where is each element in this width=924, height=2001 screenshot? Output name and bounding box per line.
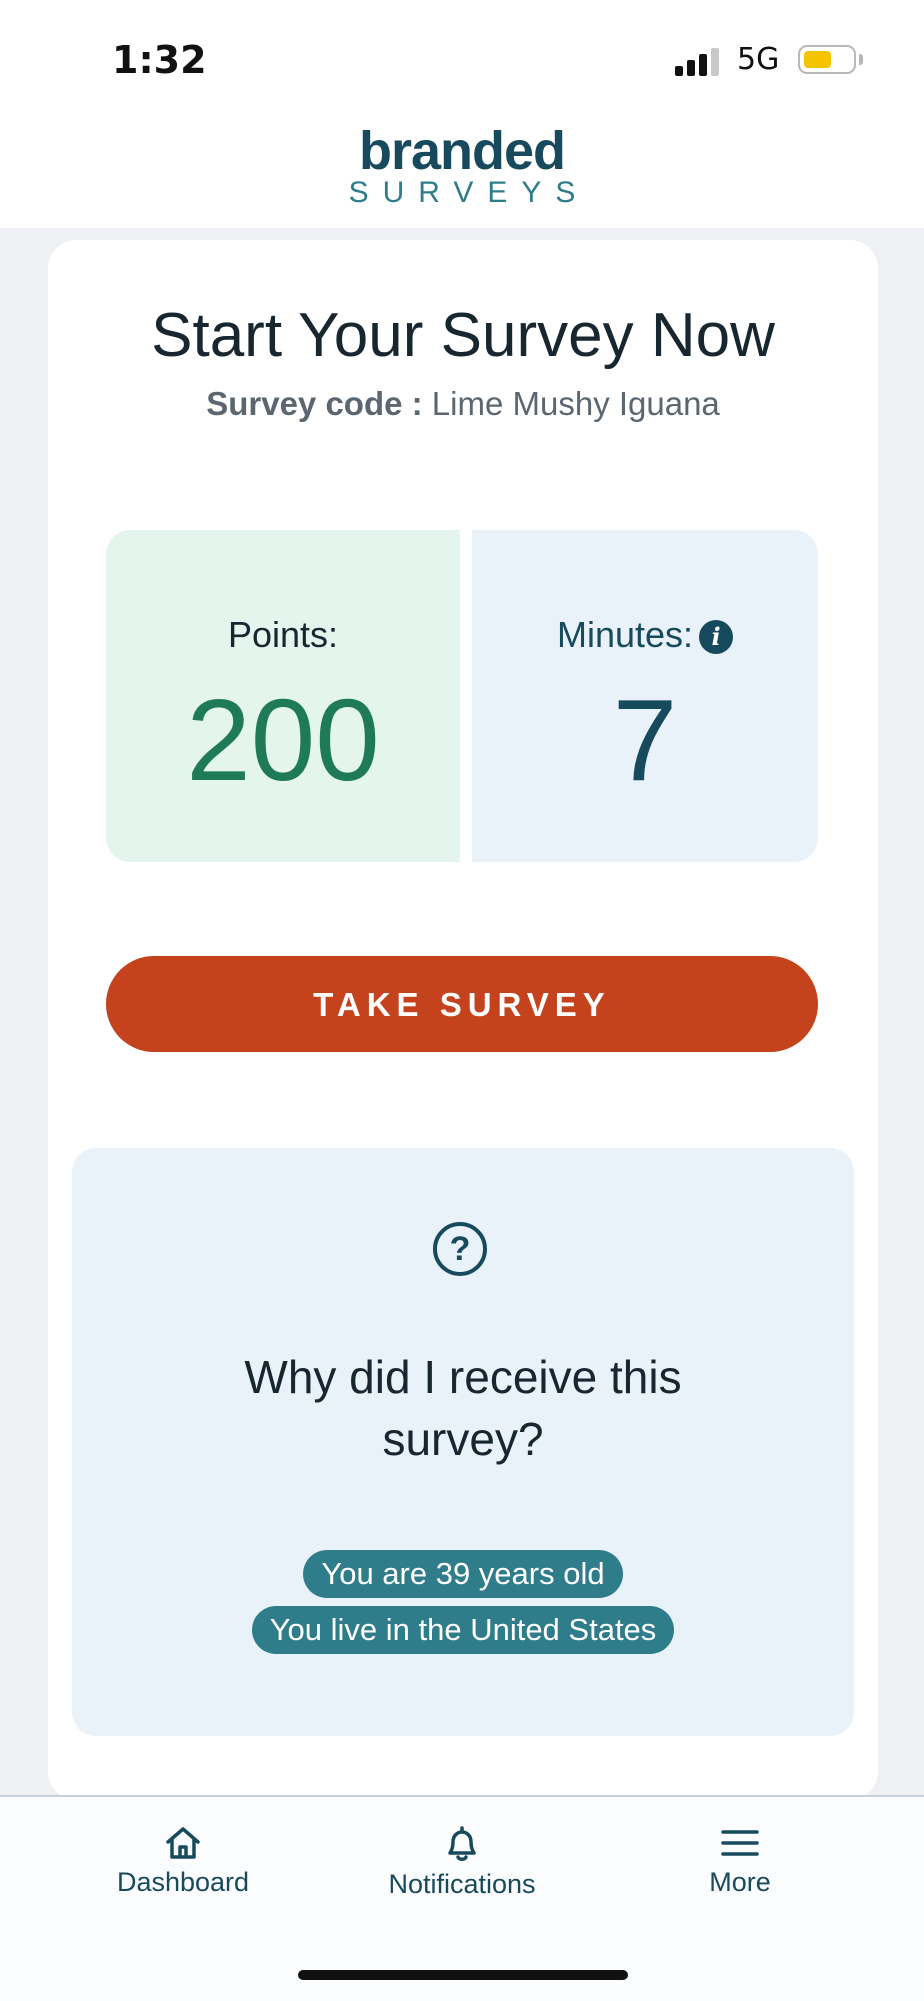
points-panel: Points: 200: [106, 530, 460, 862]
survey-code-value: Lime Mushy Iguana: [431, 385, 720, 422]
reason-chip-age: You are 39 years old: [303, 1550, 623, 1598]
tab-notifications[interactable]: Notifications: [352, 1825, 572, 1900]
signal-icon: [675, 46, 723, 76]
survey-stats: Points: 200 Minutes: i 7: [106, 530, 818, 862]
why-title: Why did I receive this survey?: [244, 1351, 682, 1465]
logo-wordmark-top: branded: [358, 121, 566, 181]
status-bar: 1:32 5G: [0, 0, 924, 110]
tab-label: More: [709, 1867, 771, 1897]
survey-code-label: Survey code :: [206, 385, 423, 422]
points-label: Points:: [227, 614, 339, 655]
bell-icon: [448, 1826, 476, 1861]
status-time: 1:32: [112, 38, 207, 82]
tab-dashboard[interactable]: Dashboard: [73, 1825, 293, 1898]
tab-label: Dashboard: [116, 1867, 250, 1897]
minutes-value: 7: [612, 675, 678, 805]
points-value: 200: [186, 675, 380, 805]
why-received-panel: ? Why did I receive this survey? You are…: [72, 1148, 854, 1736]
battery-tip: [859, 54, 863, 65]
reason-chip-location: You live in the United States: [251, 1606, 675, 1654]
minutes-label-row: Minutes: i: [472, 614, 818, 656]
take-survey-button[interactable]: TAKE SURVEY: [106, 956, 818, 1052]
home-icon: [166, 1827, 200, 1859]
battery-icon: [798, 45, 856, 74]
question-icon: ?: [433, 1222, 487, 1276]
tab-more[interactable]: More: [630, 1825, 850, 1898]
network-type: 5G: [737, 42, 780, 77]
logo-wordmark-bottom: SURVEYS: [348, 176, 590, 209]
app-header: branded SURVEYS: [0, 110, 924, 228]
survey-code: Survey code : Lime Mushy Iguana: [48, 385, 878, 423]
home-indicator[interactable]: [298, 1970, 628, 1980]
survey-card: Start Your Survey Now Survey code : Lime…: [48, 240, 878, 1800]
minutes-label: Minutes:: [556, 614, 694, 655]
brand-logo[interactable]: branded SURVEYS: [0, 121, 924, 210]
info-icon[interactable]: i: [699, 620, 734, 655]
minutes-panel: Minutes: i 7: [472, 530, 818, 862]
reason-chips: You are 39 years old You live in the Uni…: [72, 1550, 854, 1662]
page-title: Start Your Survey Now: [151, 301, 775, 370]
tab-label: Notifications: [388, 1869, 536, 1899]
menu-icon: [721, 1830, 759, 1856]
